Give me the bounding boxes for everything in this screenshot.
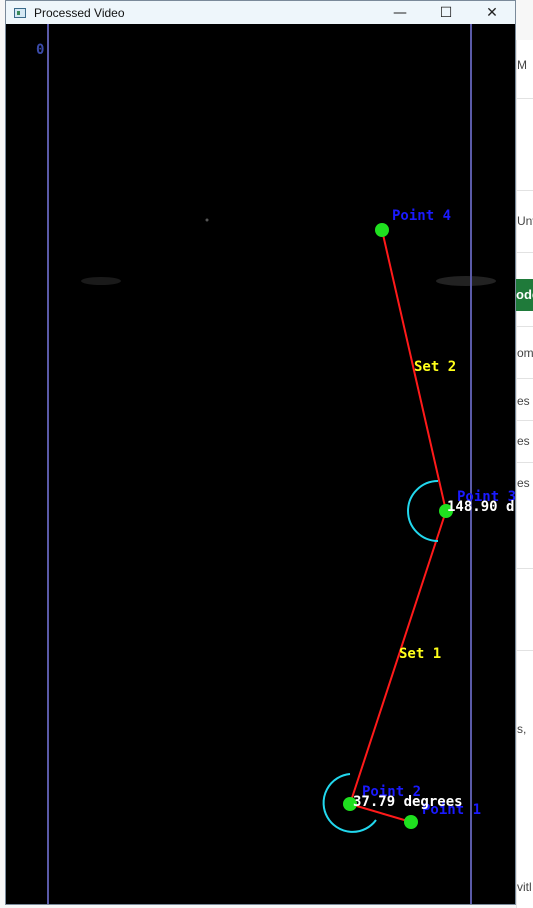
background-text: omn: [517, 346, 533, 360]
background-button: ode: [516, 279, 533, 311]
background-text: s,: [517, 722, 527, 736]
background-divider: [516, 462, 533, 463]
video-artifact: [81, 277, 121, 285]
angle-arc-point-3: [407, 480, 439, 542]
background-divider: [516, 568, 533, 569]
background-text: M: [517, 58, 527, 72]
background-text: vitl: [517, 880, 532, 894]
background-divider: [516, 252, 533, 253]
background-divider: [516, 190, 533, 191]
maximize-button[interactable]: ☐: [423, 1, 469, 24]
close-button[interactable]: ✕: [469, 1, 515, 24]
background-text: es: [517, 476, 530, 490]
video-artifact: [205, 218, 209, 222]
processed-video-window: Processed Video — ☐ ✕ 0 Point 4 Point 3 …: [5, 0, 516, 905]
set-1-label: Set 1: [399, 646, 441, 662]
background-divider: [516, 326, 533, 327]
pose-overlay: 0 Point 4 Point 3 Point 2 Point 1 Set 2 …: [36, 24, 515, 904]
video-artifact: [436, 276, 496, 286]
background-panel: [516, 40, 533, 908]
background-divider: [516, 378, 533, 379]
background-divider: [516, 650, 533, 651]
background-divider: [516, 420, 533, 421]
background-divider: [516, 98, 533, 99]
point-4-marker[interactable]: [375, 223, 389, 237]
corner-index-label: 0: [36, 42, 44, 58]
background-text: Unv: [517, 214, 533, 228]
angle-point-2-text: 37.79 degrees: [353, 794, 463, 810]
point-4-label: Point 4: [392, 208, 451, 224]
background-button-label: ode: [516, 287, 533, 302]
point-1-marker[interactable]: [404, 815, 418, 829]
background-text: es: [517, 394, 530, 408]
window-title: Processed Video: [34, 5, 125, 20]
window-app-icon: [14, 7, 26, 18]
background-text: es: [517, 434, 530, 448]
title-bar[interactable]: Processed Video — ☐ ✕: [6, 1, 515, 24]
set-2-label: Set 2: [414, 359, 456, 375]
angle-point-3-text: 148.90 d: [447, 499, 514, 515]
video-frame[interactable]: 0 Point 4 Point 3 Point 2 Point 1 Set 2 …: [6, 24, 515, 904]
minimize-button[interactable]: —: [377, 1, 423, 24]
window-controls: — ☐ ✕: [377, 1, 515, 24]
